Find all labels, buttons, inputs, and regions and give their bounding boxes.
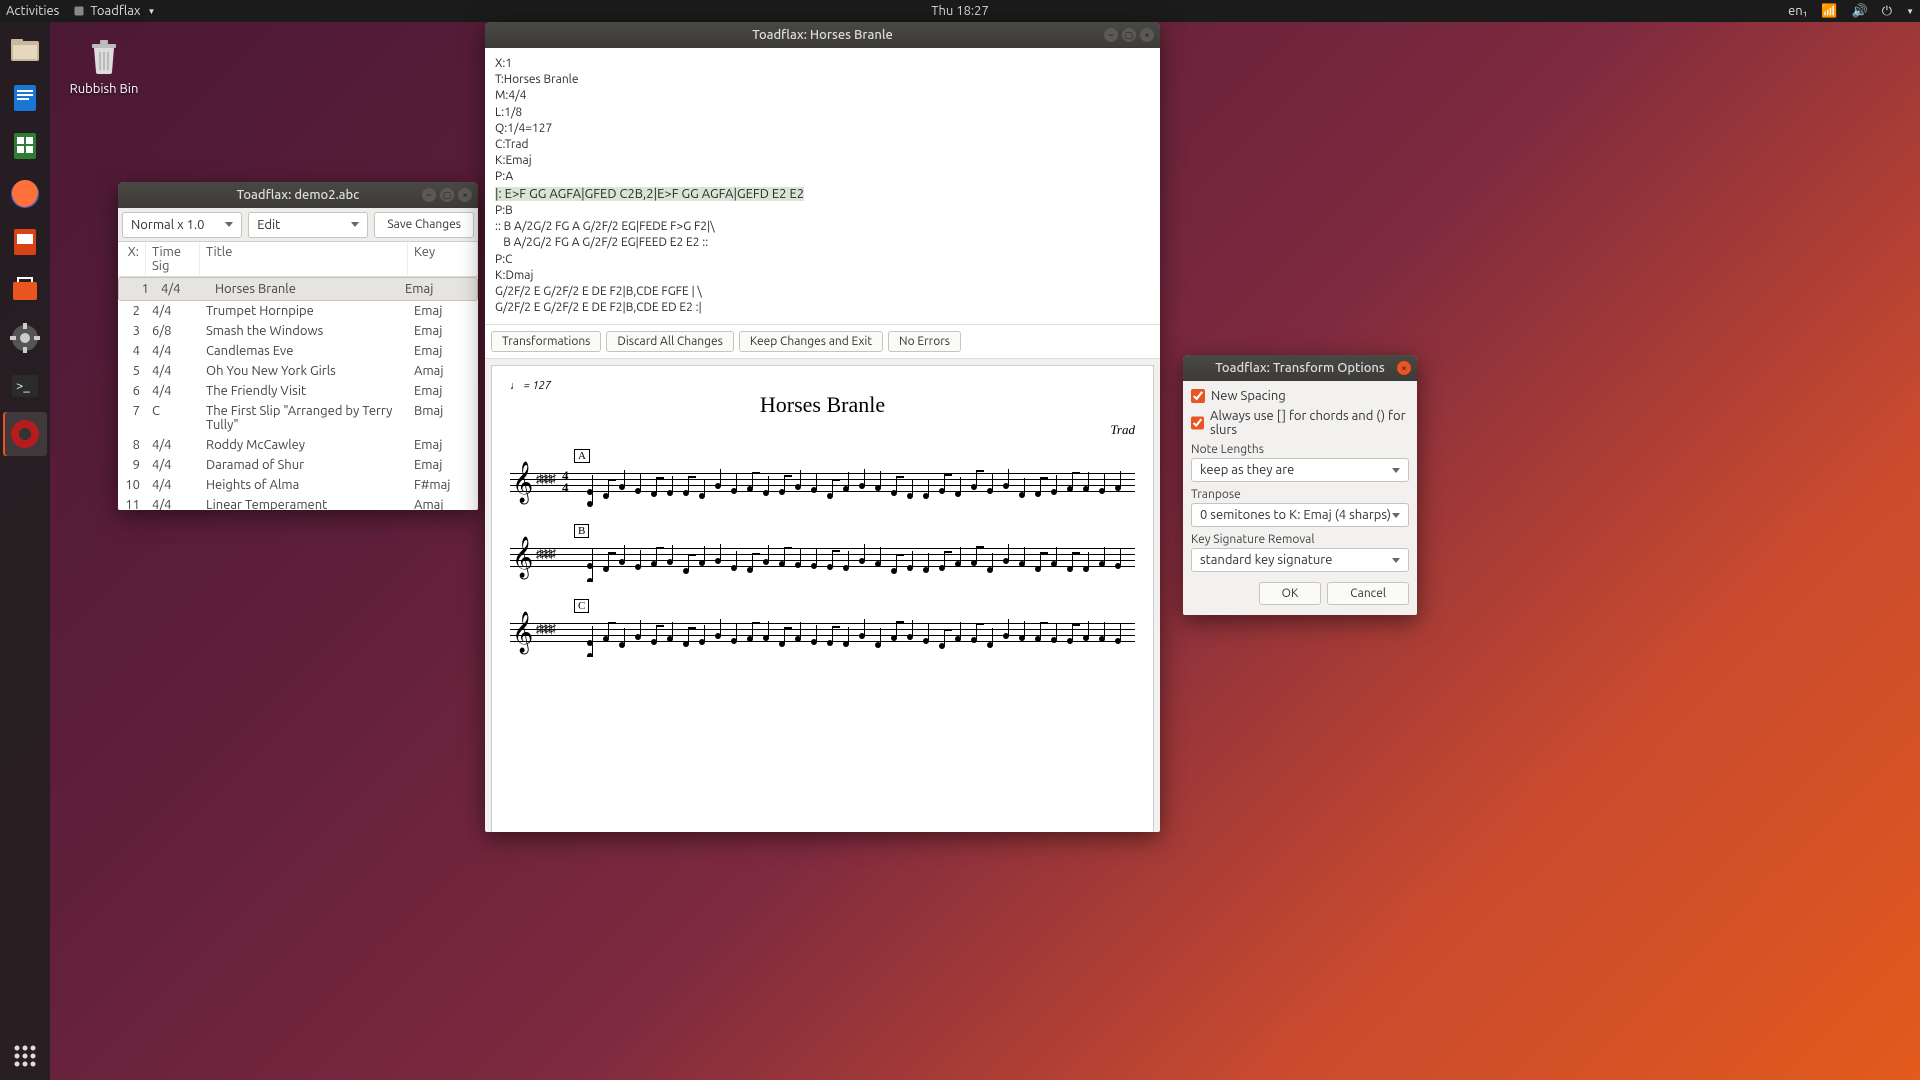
score-title: Horses Branle: [510, 392, 1135, 418]
table-row[interactable]: 14/4Horses BranleEmaj: [118, 277, 478, 301]
mode-select[interactable]: Edit: [248, 212, 368, 238]
app-icon: [73, 5, 85, 17]
table-row[interactable]: 7CThe First Slip "Arranged by Terry Tull…: [118, 401, 478, 435]
save-changes-button[interactable]: Save Changes: [374, 212, 474, 238]
new-spacing-checkbox[interactable]: New Spacing: [1191, 389, 1409, 403]
tune-list-window: Toadflax: demo2.abc – ▢ × Normal x 1.0 E…: [118, 182, 478, 510]
tune-table-header: X: Time Sig Title Key: [118, 242, 478, 277]
discard-button[interactable]: Discard All Changes: [606, 331, 733, 352]
part-label: C: [574, 599, 589, 613]
table-row[interactable]: 64/4The Friendly VisitEmaj: [118, 381, 478, 401]
note-lengths-select[interactable]: keep as they are: [1191, 458, 1409, 482]
dock: >_: [0, 22, 50, 1080]
editor-buttons: Transformations Discard All Changes Keep…: [485, 325, 1160, 359]
w1-minimize-button[interactable]: –: [422, 188, 436, 202]
errors-indicator[interactable]: No Errors: [888, 331, 961, 352]
table-row[interactable]: 114/4Linear TemperamentAmaj: [118, 495, 478, 510]
w1-titlebar[interactable]: Toadflax: demo2.abc – ▢ ×: [118, 182, 478, 208]
keysig-removal-select[interactable]: standard key signature: [1191, 548, 1409, 572]
table-row[interactable]: 84/4Roddy McCawleyEmaj: [118, 435, 478, 455]
transpose-select[interactable]: 0 semitones to K: Emaj (4 sharps): [1191, 503, 1409, 527]
w1-toolbar: Normal x 1.0 Edit Save Changes: [118, 208, 478, 242]
score-composer: Trad: [510, 422, 1135, 438]
w2-title: Toadflax: Horses Branle: [752, 28, 893, 42]
ok-button[interactable]: OK: [1259, 582, 1322, 605]
dock-terminal[interactable]: >_: [3, 364, 47, 408]
dock-software[interactable]: [3, 268, 47, 312]
table-row[interactable]: 24/4Trumpet HornpipeEmaj: [118, 301, 478, 321]
transform-options-window: Toadflax: Transform Options × New Spacin…: [1183, 355, 1417, 615]
w2-minimize-button[interactable]: –: [1104, 28, 1118, 42]
dock-impress[interactable]: [3, 220, 47, 264]
dock-writer[interactable]: [3, 76, 47, 120]
note-lengths-label: Note Lengths: [1191, 443, 1409, 456]
always-brackets-checkbox[interactable]: Always use [] for chords and () for slur…: [1191, 409, 1409, 437]
tune-table-body: 14/4Horses BranleEmaj24/4Trumpet Hornpip…: [118, 277, 478, 510]
dock-firefox[interactable]: [3, 172, 47, 216]
dock-settings[interactable]: [3, 316, 47, 360]
table-row[interactable]: 94/4Daramad of ShurEmaj: [118, 455, 478, 475]
trash-desktop-icon[interactable]: Rubbish Bin: [64, 34, 144, 96]
app-menu[interactable]: Toadflax ▼: [73, 4, 155, 18]
w2-close-button[interactable]: ×: [1140, 28, 1154, 42]
w3-titlebar[interactable]: Toadflax: Transform Options ×: [1183, 355, 1417, 381]
table-row[interactable]: 54/4Oh You New York GirlsAmaj: [118, 361, 478, 381]
svg-text:>_: >_: [16, 379, 30, 393]
transformations-button[interactable]: Transformations: [491, 331, 601, 352]
table-row[interactable]: 36/8Smash the WindowsEmaj: [118, 321, 478, 341]
editor-window: Toadflax: Horses Branle – ▢ × X:1 T:Hors…: [485, 22, 1160, 832]
keysig-removal-label: Key Signature Removal: [1191, 533, 1409, 546]
staff: 𝄞♯♯♯♯44: [510, 465, 1135, 507]
table-row[interactable]: 104/4Heights of AlmaF#maj: [118, 475, 478, 495]
activities-button[interactable]: Activities: [6, 4, 59, 18]
trash-label: Rubbish Bin: [64, 82, 144, 96]
w2-titlebar[interactable]: Toadflax: Horses Branle – ▢ ×: [485, 22, 1160, 48]
abc-source-editor[interactable]: X:1 T:Horses Branle M:4/4 L:1/8 Q:1/4=12…: [485, 48, 1160, 325]
tempo-marking: ♩ = 127: [510, 380, 1135, 392]
part-label: B: [574, 524, 589, 538]
volume-icon[interactable]: 🔊: [1852, 4, 1868, 19]
w3-title: Toadflax: Transform Options: [1215, 361, 1385, 375]
staff: 𝄞♯♯♯♯: [510, 615, 1135, 657]
input-lang-indicator[interactable]: en₁: [1788, 4, 1807, 18]
table-row[interactable]: 44/4Candlemas EveEmaj: [118, 341, 478, 361]
col-x[interactable]: X:: [118, 242, 146, 276]
w3-close-button[interactable]: ×: [1397, 361, 1411, 375]
dock-files[interactable]: [3, 28, 47, 72]
w1-maximize-button[interactable]: ▢: [440, 188, 454, 202]
gnome-topbar: Activities Toadflax ▼ Thu 18:27 en₁ 📶 🔊 …: [0, 0, 1920, 22]
dock-toadflax[interactable]: [3, 412, 47, 456]
cancel-button[interactable]: Cancel: [1327, 582, 1409, 605]
transpose-label: Tranpose: [1191, 488, 1409, 501]
keep-exit-button[interactable]: Keep Changes and Exit: [739, 331, 883, 352]
w1-title: Toadflax: demo2.abc: [237, 188, 360, 202]
power-icon[interactable]: ⏻: [1882, 4, 1892, 19]
part-label: A: [574, 449, 590, 463]
zoom-select[interactable]: Normal x 1.0: [122, 212, 242, 238]
w2-maximize-button[interactable]: ▢: [1122, 28, 1136, 42]
col-timesig[interactable]: Time Sig: [146, 242, 200, 276]
staff: 𝄞♯♯♯♯: [510, 540, 1135, 582]
score-render: ♩ = 127 Horses Branle Trad A 𝄞♯♯♯♯44 B 𝄞♯♯♯…: [491, 365, 1154, 832]
dock-apps-grid[interactable]: [3, 1034, 47, 1078]
col-title[interactable]: Title: [200, 242, 408, 276]
w1-close-button[interactable]: ×: [458, 188, 472, 202]
col-key[interactable]: Key: [408, 242, 478, 276]
network-icon[interactable]: 📶: [1821, 4, 1837, 19]
dock-calc[interactable]: [3, 124, 47, 168]
clock[interactable]: Thu 18:27: [931, 4, 989, 18]
